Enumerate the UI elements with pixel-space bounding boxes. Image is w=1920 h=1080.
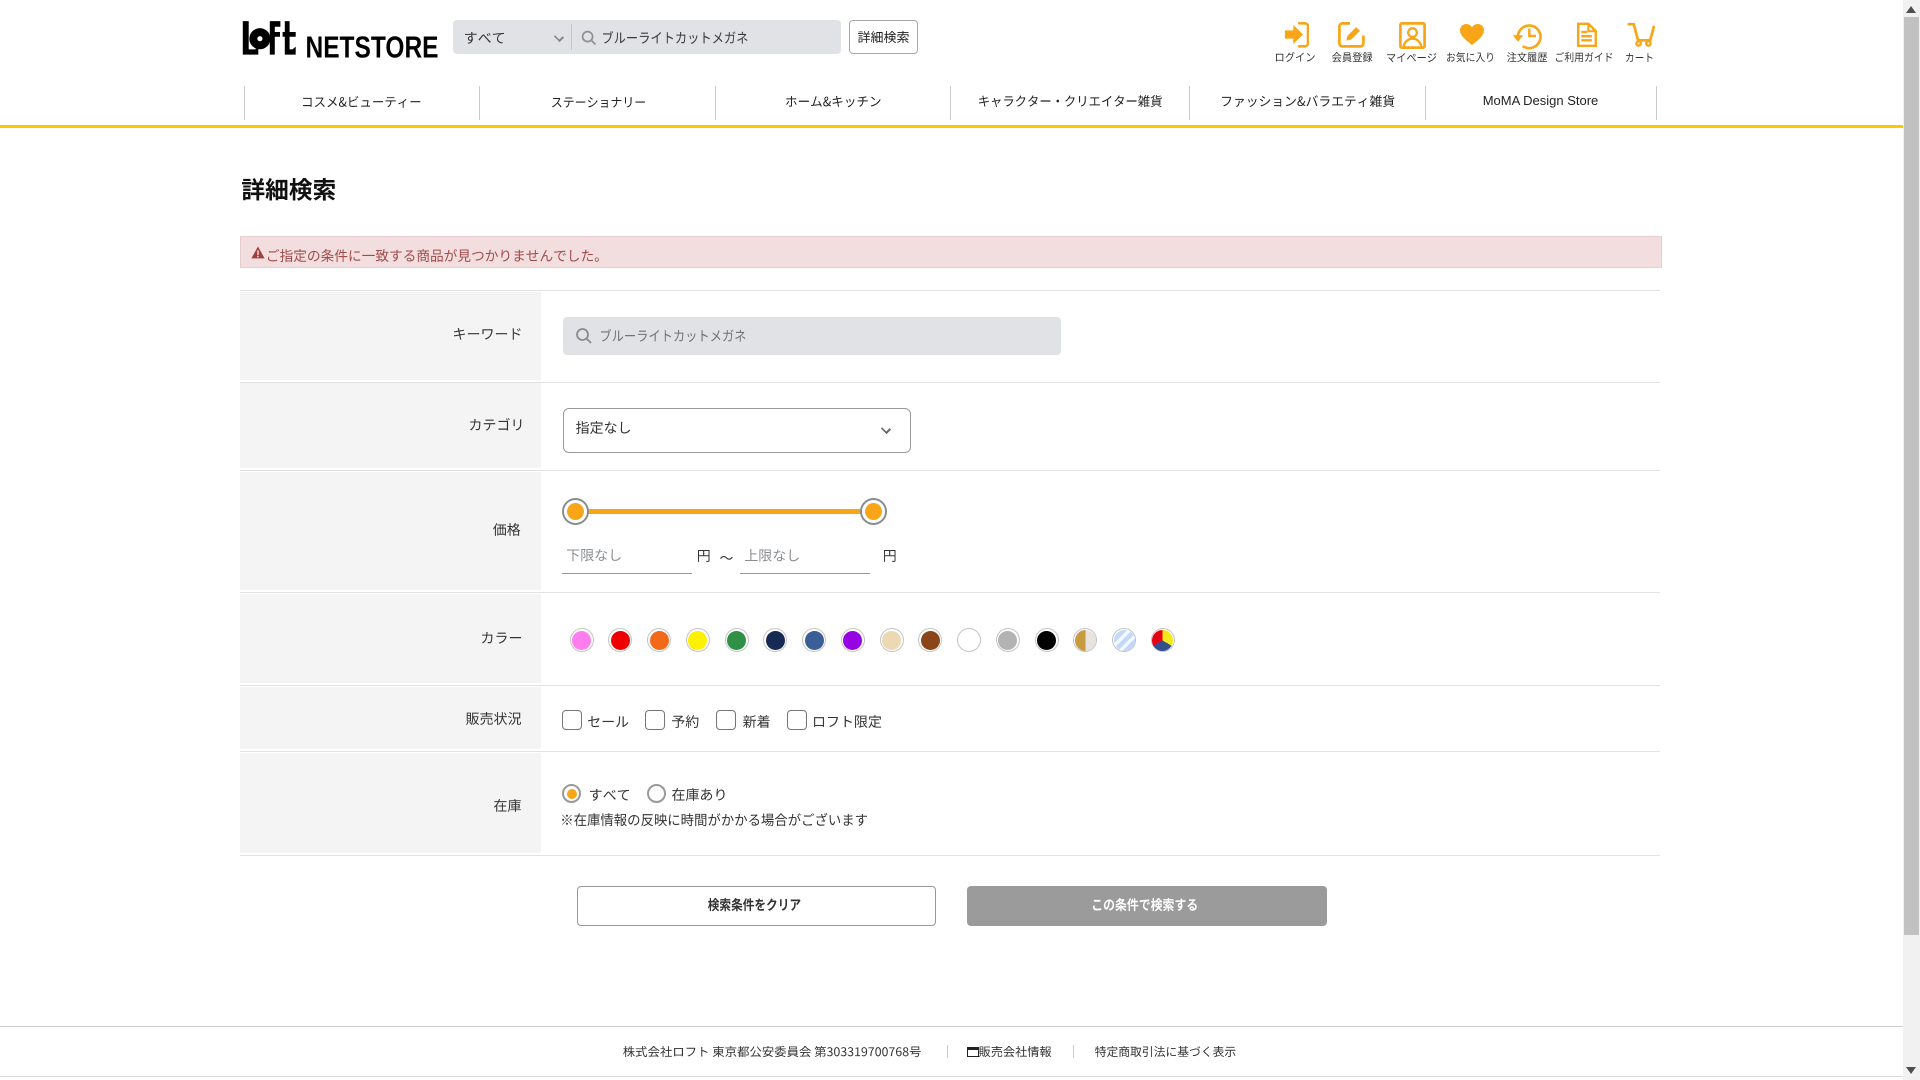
- svg-text:NETSTORE: NETSTORE: [306, 30, 439, 59]
